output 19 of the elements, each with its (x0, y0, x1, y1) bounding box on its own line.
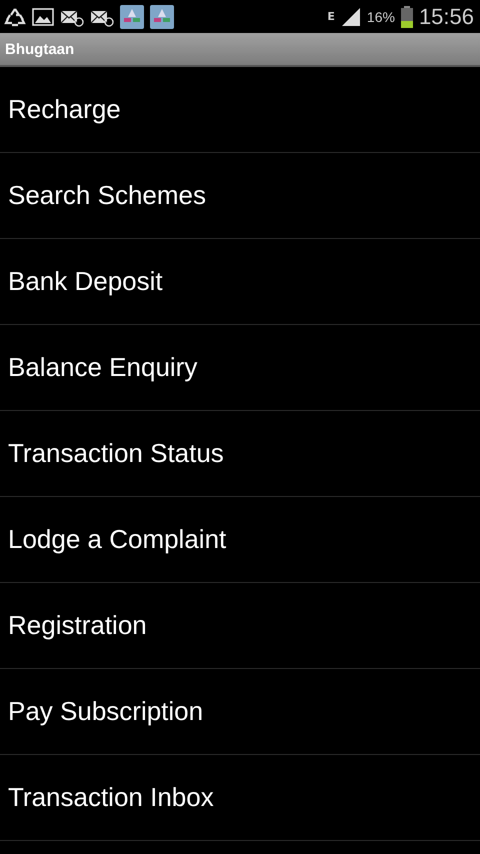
picture-icon (32, 6, 54, 26)
menu-item[interactable]: Pay Subscription (0, 669, 480, 755)
battery-icon (400, 6, 413, 28)
app-title: Bhugtaan (5, 40, 74, 58)
menu-item[interactable]: Registration (0, 583, 480, 669)
network-type: E (327, 10, 335, 23)
clock: 15:56 (418, 4, 474, 30)
menu-item[interactable]: Lodge a Complaint (0, 497, 480, 583)
menu-item[interactable]: Search Schemes (0, 153, 480, 239)
menu-item[interactable]: Recharge (0, 67, 480, 153)
menu-item[interactable]: Transaction Inbox (0, 755, 480, 841)
signal-icon (340, 6, 361, 26)
menu-item[interactable]: Balance Enquiry (0, 325, 480, 411)
menu-item[interactable]: Transaction Status (0, 411, 480, 497)
app-icon (150, 4, 174, 28)
menu-item[interactable]: Bank Deposit (0, 239, 480, 325)
recycle-icon (4, 6, 26, 26)
battery-percent: 16% (366, 8, 395, 24)
app-icon (120, 4, 144, 28)
